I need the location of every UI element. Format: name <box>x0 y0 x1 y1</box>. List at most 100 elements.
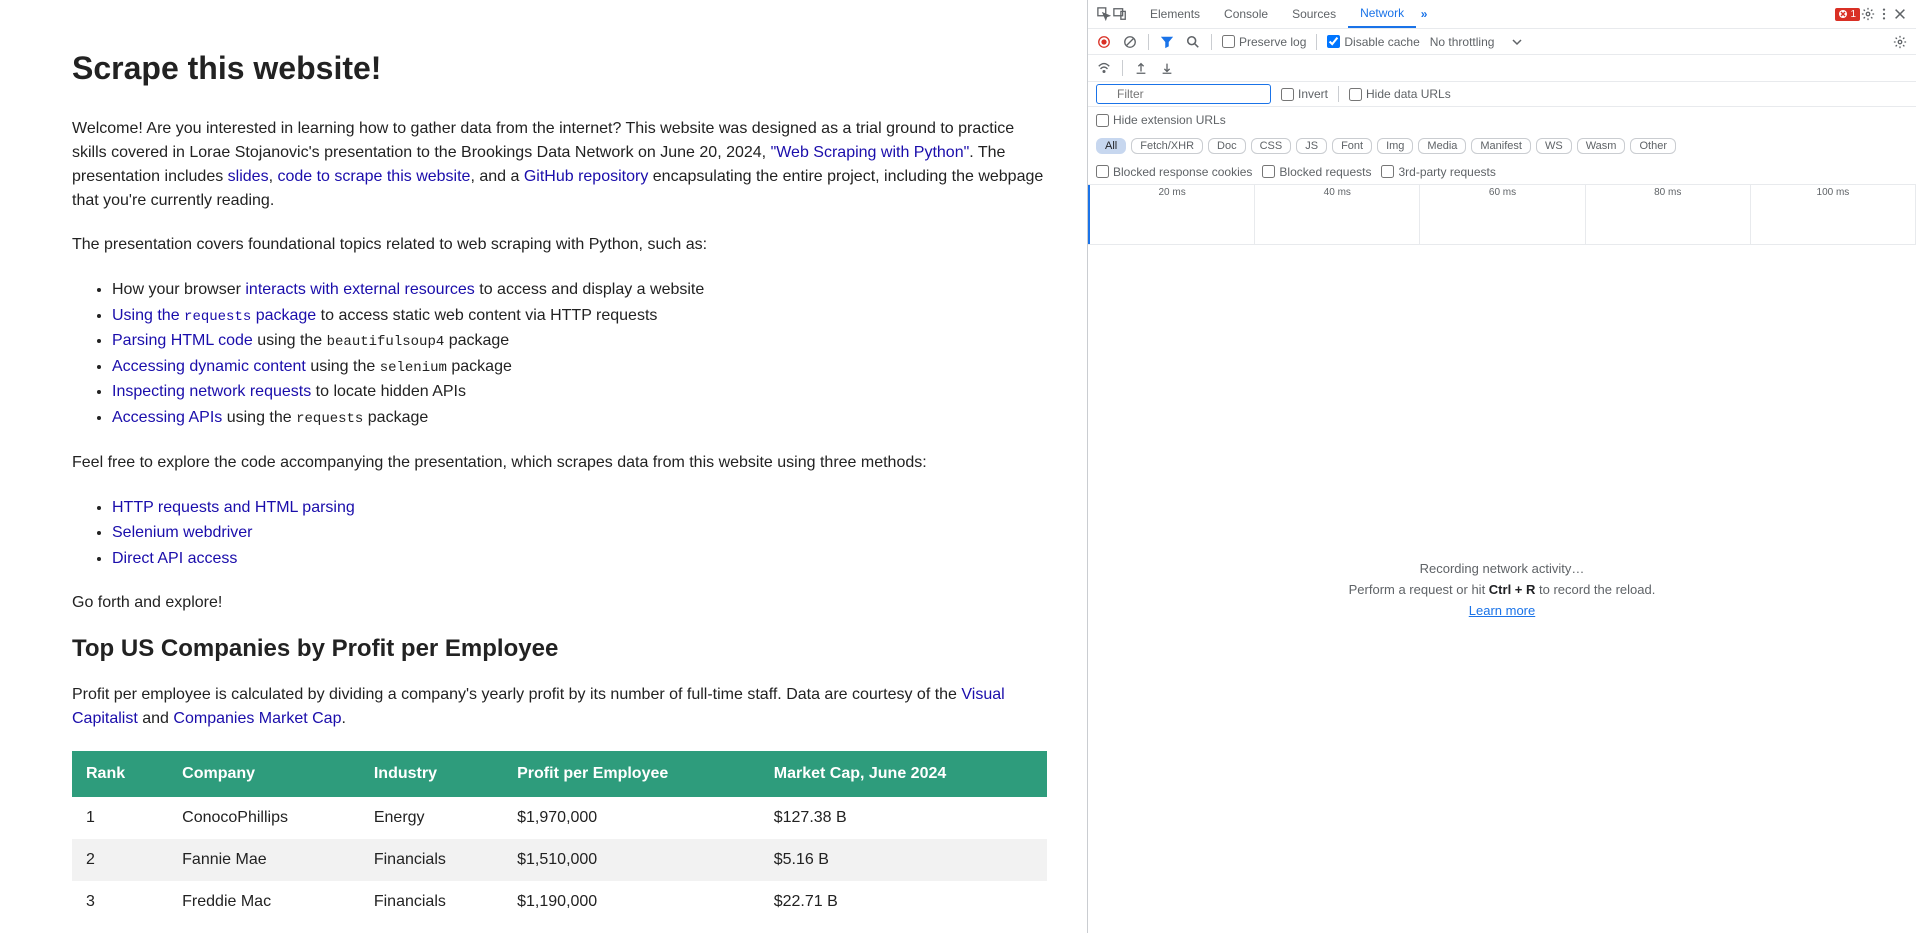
link-http[interactable]: HTTP requests and HTML parsing <box>112 499 355 516</box>
type-filter-font[interactable]: Font <box>1332 138 1372 154</box>
table-row: 3Freddie MacFinancials$1,190,000$22.71 B <box>72 881 1047 923</box>
clear-icon[interactable] <box>1122 34 1138 50</box>
topics-list: How your browser interacts with external… <box>72 277 1047 431</box>
disable-cache-checkbox[interactable]: Disable cache <box>1327 35 1419 49</box>
type-filter-wasm[interactable]: Wasm <box>1577 138 1626 154</box>
invert-checkbox[interactable]: Invert <box>1281 87 1328 101</box>
devtools-tabs: Elements Console Sources Network » 1 <box>1088 0 1916 29</box>
link-selenium[interactable]: Selenium webdriver <box>112 524 253 541</box>
link-requests[interactable]: Using the requests package <box>112 307 316 324</box>
timeline-tick: 80 ms <box>1586 185 1751 244</box>
list-item: Accessing APIs using the requests packag… <box>112 405 1047 431</box>
list-item: Inspecting network requests to locate hi… <box>112 379 1047 405</box>
table-cell: 3 <box>72 881 168 923</box>
section-title: Top US Companies by Profit per Employee <box>72 635 1047 663</box>
timeline-tick: 60 ms <box>1420 185 1585 244</box>
network-settings-icon[interactable] <box>1892 34 1908 50</box>
methods-list: HTTP requests and HTML parsing Selenium … <box>72 495 1047 572</box>
page-title: Scrape this website! <box>72 50 1047 87</box>
link-cmc[interactable]: Companies Market Cap <box>173 710 341 727</box>
tab-sources[interactable]: Sources <box>1280 1 1348 27</box>
blocked-requests-checkbox[interactable]: Blocked requests <box>1262 165 1371 179</box>
th-company: Company <box>168 751 360 797</box>
error-badge[interactable]: 1 <box>1835 8 1860 21</box>
kebab-icon[interactable] <box>1876 6 1892 22</box>
link-slides[interactable]: slides <box>228 168 269 185</box>
blocked-row: Blocked response cookies Blocked request… <box>1088 159 1916 185</box>
tab-console[interactable]: Console <box>1212 1 1280 27</box>
close-icon[interactable] <box>1892 6 1908 22</box>
type-filter-row: All Fetch/XHR Doc CSSJS Font Img Media Manifest… <box>1088 133 1916 159</box>
hide-ext-checkbox[interactable]: Hide extension URLs <box>1096 113 1226 127</box>
tab-network[interactable]: Network <box>1348 0 1416 28</box>
hide-data-urls-checkbox[interactable]: Hide data URLs <box>1349 87 1451 101</box>
filter-row-2: Hide extension URLs <box>1088 107 1916 133</box>
link-parsing[interactable]: Parsing HTML code <box>112 332 253 349</box>
table-cell: $127.38 B <box>760 797 1047 839</box>
link-dynamic[interactable]: Accessing dynamic content <box>112 358 306 375</box>
learn-more-link[interactable]: Learn more <box>1469 603 1535 618</box>
upload-icon[interactable] <box>1133 60 1149 76</box>
devtools-panel: Elements Console Sources Network » 1 Pre… <box>1087 0 1916 933</box>
link-apis[interactable]: Accessing APIs <box>112 409 222 426</box>
type-filter-css[interactable]: CSS <box>1251 138 1292 154</box>
th-profit: Profit per Employee <box>503 751 760 797</box>
type-filter-doc[interactable]: Doc <box>1208 138 1246 154</box>
download-icon[interactable] <box>1159 60 1175 76</box>
th-rank: Rank <box>72 751 168 797</box>
type-filter-manifest[interactable]: Manifest <box>1471 138 1531 154</box>
table-cell: Freddie Mac <box>168 881 360 923</box>
network-toolbar: Preserve log Disable cache No throttling <box>1088 29 1916 55</box>
list-item: Accessing dynamic content using the sele… <box>112 354 1047 380</box>
link-api[interactable]: Direct API access <box>112 550 237 567</box>
intro-paragraph: Welcome! Are you interested in learning … <box>72 117 1047 213</box>
filter-input-wrap <box>1096 84 1271 104</box>
table-cell: 1 <box>72 797 168 839</box>
device-icon[interactable] <box>1112 6 1128 22</box>
gear-icon[interactable] <box>1860 6 1876 22</box>
inspect-icon[interactable] <box>1096 6 1112 22</box>
link-inspecting[interactable]: Inspecting network requests <box>112 383 311 400</box>
blocked-cookies-checkbox[interactable]: Blocked response cookies <box>1096 165 1252 179</box>
link-webscraping[interactable]: "Web Scraping with Python" <box>771 144 970 161</box>
table-cell: ConocoPhillips <box>168 797 360 839</box>
type-filter-media[interactable]: Media <box>1418 138 1466 154</box>
table-cell: Financials <box>360 839 503 881</box>
list-item: HTTP requests and HTML parsing <box>112 495 1047 521</box>
third-party-checkbox[interactable]: 3rd-party requests <box>1381 165 1495 179</box>
type-filter-fetchxhr[interactable]: Fetch/XHR <box>1131 138 1203 154</box>
link-github[interactable]: GitHub repository <box>524 168 649 185</box>
tab-elements[interactable]: Elements <box>1138 1 1212 27</box>
throttling-dropdown[interactable]: No throttling <box>1430 35 1523 49</box>
table-cell: $1,510,000 <box>503 839 760 881</box>
preserve-log-checkbox[interactable]: Preserve log <box>1222 35 1306 49</box>
type-filter-js[interactable]: JS <box>1296 138 1327 154</box>
table-cell: $1,970,000 <box>503 797 760 839</box>
link-code[interactable]: code to scrape this website <box>277 168 470 185</box>
record-icon[interactable] <box>1096 34 1112 50</box>
filter-toggle-icon[interactable] <box>1159 34 1175 50</box>
table-cell: $1,190,000 <box>503 881 760 923</box>
filter-row: Invert Hide data URLs <box>1088 81 1916 107</box>
network-empty-state: Recording network activity… Perform a re… <box>1088 245 1916 933</box>
link-interacts[interactable]: interacts with external resources <box>245 281 474 298</box>
search-icon[interactable] <box>1185 34 1201 50</box>
timeline-tick: 20 ms <box>1088 185 1255 244</box>
type-filter-ws[interactable]: WS <box>1536 138 1572 154</box>
type-filter-other[interactable]: Other <box>1630 138 1676 154</box>
webpage-content: Scrape this website! Welcome! Are you in… <box>0 0 1087 933</box>
more-tabs-icon[interactable]: » <box>1416 6 1432 22</box>
list-item: Parsing HTML code using the beautifulsou… <box>112 328 1047 354</box>
wifi-icon[interactable] <box>1096 60 1112 76</box>
timeline[interactable]: 20 ms40 ms60 ms80 ms100 ms <box>1088 185 1916 245</box>
table-cell: $22.71 B <box>760 881 1047 923</box>
type-filter-img[interactable]: Img <box>1377 138 1413 154</box>
go-forth: Go forth and explore! <box>72 591 1047 615</box>
topics-intro: The presentation covers foundational top… <box>72 233 1047 257</box>
table-cell: Fannie Mae <box>168 839 360 881</box>
profit-intro: Profit per employee is calculated by div… <box>72 683 1047 731</box>
filter-input[interactable] <box>1096 84 1271 104</box>
list-item: Direct API access <box>112 546 1047 572</box>
type-filter-all[interactable]: All <box>1096 138 1126 154</box>
timeline-tick: 100 ms <box>1751 185 1916 244</box>
